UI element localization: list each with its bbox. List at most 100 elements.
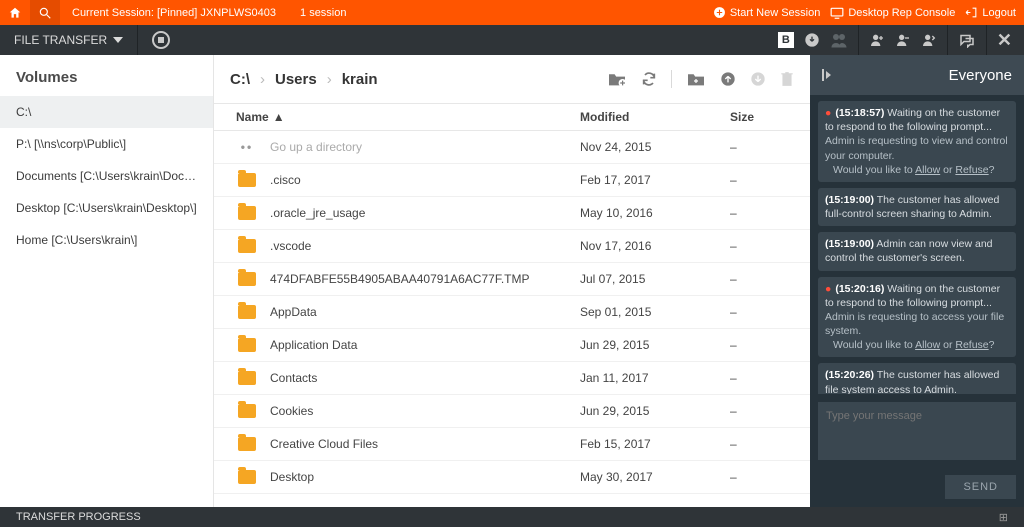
folder-icon (236, 301, 258, 323)
breadcrumb-separator: › (260, 71, 265, 88)
divider (947, 25, 948, 55)
file-size: – (730, 272, 810, 286)
logout-button[interactable]: Logout (965, 6, 1016, 19)
mode-label: FILE TRANSFER (14, 33, 107, 47)
column-modified[interactable]: Modified (580, 110, 730, 124)
transfer-progress-bar[interactable]: TRANSFER PROGRESS ⊞ (0, 507, 1024, 527)
send-button[interactable]: SEND (945, 475, 1016, 499)
file-size: – (730, 305, 810, 319)
collapse-chat-icon[interactable] (822, 69, 834, 81)
folder-icon (236, 433, 258, 455)
table-row[interactable]: .vscodeNov 17, 2016– (214, 230, 810, 263)
chat-panel: Everyone (15:18:57) Waiting on the custo… (810, 55, 1024, 507)
table-row[interactable]: AppDataSep 01, 2015– (214, 296, 810, 329)
file-size: – (730, 206, 810, 220)
table-row[interactable]: Creative Cloud FilesFeb 15, 2017– (214, 428, 810, 461)
file-name: Go up a directory (270, 140, 580, 154)
session-count: 1 session (288, 7, 358, 19)
file-panel: C:\›Users›krain Name▲ Modified Size ••Go… (214, 55, 810, 507)
download-icon[interactable] (750, 71, 766, 87)
remove-user-icon[interactable] (895, 32, 911, 48)
breadcrumb-segment[interactable]: Users (275, 71, 317, 88)
refresh-icon[interactable] (641, 71, 657, 87)
file-name: Cookies (270, 404, 580, 418)
table-row[interactable]: CookiesJun 29, 2015– (214, 395, 810, 428)
divider (986, 25, 987, 55)
new-folder-remote-icon[interactable] (607, 71, 627, 87)
file-name: 474DFABFE55B4905ABAA40791A6AC77F.TMP (270, 272, 580, 286)
volume-item[interactable]: Desktop [C:\Users\krain\Desktop\] (0, 192, 213, 224)
session-label[interactable]: Current Session: [Pinned] JXNPLWS0403 (60, 7, 288, 19)
refuse-link[interactable]: Refuse (955, 339, 988, 351)
chat-message: (15:19:00) The customer has allowed full… (818, 188, 1016, 226)
desktop-rep-console-label: Desktop Rep Console (848, 7, 955, 19)
users-icon[interactable] (830, 32, 848, 48)
bold-b-icon[interactable]: B (778, 32, 794, 48)
home-icon[interactable] (0, 0, 30, 25)
column-name[interactable]: Name▲ (214, 110, 580, 124)
stop-button[interactable] (138, 31, 184, 49)
table-row[interactable]: .ciscoFeb 17, 2017– (214, 164, 810, 197)
allow-link[interactable]: Allow (915, 339, 940, 351)
file-modified: Jan 11, 2017 (580, 371, 730, 385)
folder-icon (236, 367, 258, 389)
sort-asc-icon: ▲ (273, 110, 285, 124)
file-name: AppData (270, 305, 580, 319)
chat-input[interactable] (818, 402, 1016, 460)
add-user-icon[interactable] (869, 32, 885, 48)
search-icon[interactable] (30, 0, 60, 25)
chat-title: Everyone (949, 67, 1012, 84)
desktop-rep-console-button[interactable]: Desktop Rep Console (830, 7, 955, 19)
file-size: – (730, 140, 810, 154)
volumes-title: Volumes (0, 55, 213, 96)
table-row[interactable]: DesktopMay 30, 2017– (214, 461, 810, 494)
table-row[interactable]: .oracle_jre_usageMay 10, 2016– (214, 197, 810, 230)
mode-dropdown[interactable]: FILE TRANSFER (0, 25, 137, 55)
chat-header: Everyone (810, 55, 1024, 95)
up-directory-row[interactable]: ••Go up a directoryNov 24, 2015– (214, 131, 810, 164)
allow-link[interactable]: Allow (915, 164, 940, 176)
file-modified: Feb 17, 2017 (580, 173, 730, 187)
delete-icon[interactable] (780, 71, 794, 87)
close-icon[interactable]: ✕ (997, 30, 1012, 51)
chat-message: (15:20:16) Waiting on the customer to re… (818, 277, 1016, 358)
file-size: – (730, 239, 810, 253)
transfer-user-icon[interactable] (921, 32, 937, 48)
new-folder-icon[interactable] (686, 71, 706, 87)
file-size: – (730, 437, 810, 451)
breadcrumb[interactable]: C:\›Users›krain (230, 71, 378, 88)
file-modified: Jun 29, 2015 (580, 338, 730, 352)
download-circle-icon[interactable] (804, 32, 820, 48)
file-size: – (730, 338, 810, 352)
file-modified: May 10, 2016 (580, 206, 730, 220)
file-name: Creative Cloud Files (270, 437, 580, 451)
folder-icon (236, 169, 258, 191)
folder-icon (236, 334, 258, 356)
table-row[interactable]: ContactsJan 11, 2017– (214, 362, 810, 395)
start-new-session-button[interactable]: Start New Session (713, 6, 820, 19)
column-size[interactable]: Size (730, 110, 810, 124)
chat-icon[interactable] (958, 32, 976, 48)
main-area: Volumes C:\P:\ [\\ns\corp\Public\]Docume… (0, 55, 1024, 507)
file-size: – (730, 470, 810, 484)
file-name: .vscode (270, 239, 580, 253)
file-name: .oracle_jre_usage (270, 206, 580, 220)
chat-input-area (810, 394, 1024, 471)
table-row[interactable]: 474DFABFE55B4905ABAA40791A6AC77F.TMPJul … (214, 263, 810, 296)
breadcrumb-segment[interactable]: krain (342, 71, 378, 88)
volume-item[interactable]: C:\ (0, 96, 213, 128)
volume-item[interactable]: P:\ [\\ns\corp\Public\] (0, 128, 213, 160)
volume-item[interactable]: Home [C:\Users\krain\] (0, 224, 213, 256)
up-icon: •• (236, 136, 258, 158)
chat-message: (15:18:57) Waiting on the customer to re… (818, 101, 1016, 182)
expand-transfer-icon[interactable]: ⊞ (999, 511, 1008, 524)
refuse-link[interactable]: Refuse (955, 164, 988, 176)
divider (858, 25, 859, 55)
table-row[interactable]: Application DataJun 29, 2015– (214, 329, 810, 362)
file-modified: Nov 17, 2016 (580, 239, 730, 253)
breadcrumb-segment[interactable]: C:\ (230, 71, 250, 88)
file-list: ••Go up a directoryNov 24, 2015–.ciscoFe… (214, 131, 810, 507)
volume-item[interactable]: Documents [C:\Users\krain\Docume... (0, 160, 213, 192)
table-header: Name▲ Modified Size (214, 103, 810, 131)
upload-icon[interactable] (720, 71, 736, 87)
